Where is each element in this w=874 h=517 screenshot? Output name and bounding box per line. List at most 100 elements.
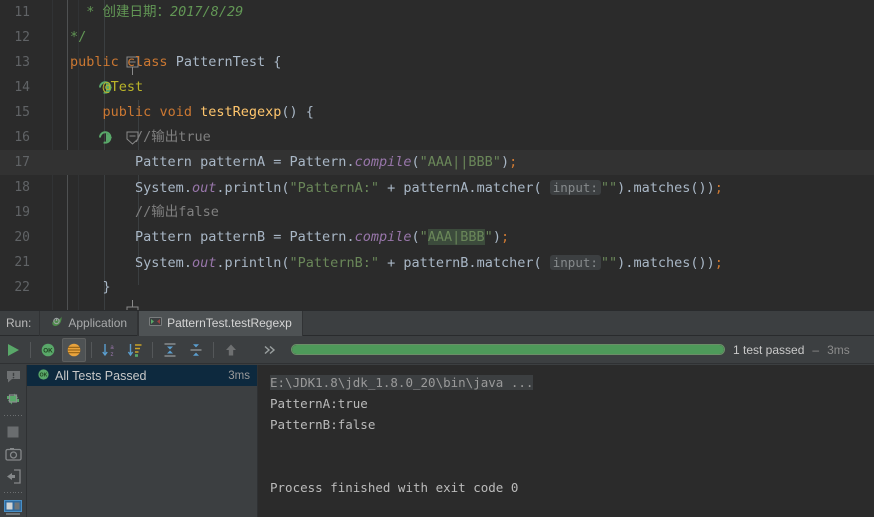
tab-application[interactable]: Application (39, 310, 139, 336)
line-number: 18 (14, 180, 30, 195)
test-progress-bar (291, 344, 725, 355)
method-matcher: matcher (476, 255, 534, 271)
console-line: PatternA:true (270, 396, 368, 411)
method-matcher: matcher (476, 180, 534, 196)
run-side-toolbar (0, 365, 27, 517)
code-line[interactable]: 16 //输出true (0, 125, 874, 150)
ok-badge-icon: OK (37, 368, 50, 384)
show-passed-button[interactable]: OK (36, 338, 60, 362)
sort-duration-icon (127, 343, 142, 357)
test-run-icon (149, 315, 163, 331)
previous-failed-button[interactable] (219, 338, 243, 362)
code-line[interactable]: 20 Pattern patternB = Pattern.compile("A… (0, 225, 874, 250)
collapse-all-button[interactable] (184, 338, 208, 362)
doc-date: 2017/8/29 (170, 4, 244, 20)
rerun-tests-icon[interactable] (3, 390, 24, 408)
sort-by-duration-button[interactable] (123, 338, 147, 362)
toolbar-separator (152, 341, 153, 358)
test-results-tree[interactable]: OK All Tests Passed 3ms (27, 365, 258, 517)
test-tree-duration: 3ms (228, 369, 250, 382)
test-progress-fill (292, 345, 724, 354)
line-content: Pattern patternA = Pattern.compile("AAA|… (135, 154, 518, 170)
toolbar-separator (30, 341, 31, 358)
console-line: E:\JDK1.8\jdk_1.8.0_20\bin\java ... (270, 372, 874, 393)
run-toolbar: OK az 1 test passed – 3ms (0, 336, 874, 364)
svg-text:a: a (110, 345, 114, 351)
test-progress-area: 1 test passed – 3ms (291, 343, 874, 357)
parameter-hint: input: (549, 255, 601, 270)
stop-icon[interactable] (3, 423, 24, 440)
screenshot-icon[interactable] (3, 445, 24, 462)
code-editor[interactable]: 11 * 创建日期：2017/8/29 12 */ 13 public clas… (0, 0, 874, 310)
line-number: 20 (14, 230, 30, 245)
run-tabbar: Run: Application PatternTest.testRegexp (0, 310, 874, 336)
code-line[interactable]: 14 @Test (0, 75, 874, 100)
kw-public: public (102, 104, 152, 120)
more-options-button[interactable] (258, 338, 282, 362)
var-patternb: patternB (200, 229, 266, 245)
code-line[interactable]: 21 System.out.println("PatternB:" + patt… (0, 250, 874, 275)
ide-window: 11 * 创建日期：2017/8/29 12 */ 13 public clas… (0, 0, 874, 517)
run-class-gutter-icon[interactable] (30, 50, 113, 94)
green-play-icon (8, 343, 19, 356)
expand-all-icon (164, 342, 176, 357)
tab-label: Application (68, 316, 128, 330)
line-content: public class PatternTest { (70, 54, 282, 70)
var-patterna: patternA (403, 180, 469, 196)
kw-class: class (126, 54, 168, 70)
type-pattern: Pattern (135, 229, 192, 245)
kw-public: public (70, 54, 119, 70)
type-pattern: Pattern (289, 229, 347, 245)
line-number: 11 (14, 5, 30, 20)
method-compile: compile (354, 154, 412, 170)
console-output[interactable]: E:\JDK1.8\jdk_1.8.0_20\bin\java ... Patt… (258, 365, 874, 517)
test-tree-row-all-tests-passed[interactable]: OK All Tests Passed 3ms (27, 365, 257, 386)
toolbar-separator (213, 341, 214, 358)
test-duration-sep: – (812, 342, 820, 357)
tab-patterntest-testregexp[interactable]: PatternTest.testRegexp (138, 310, 303, 336)
method-println: println (224, 255, 282, 271)
line-number: 21 (14, 255, 30, 270)
line-content: Pattern patternB = Pattern.compile("AAA|… (135, 229, 510, 245)
alert-balloon-icon[interactable] (3, 368, 24, 385)
run-panel-body: OK All Tests Passed 3ms E:\JDK1.8\jdk_1.… (0, 365, 874, 517)
run-tool-window: Run: Application PatternTest.testRegexp (0, 310, 874, 517)
ok-badge-icon: OK (41, 343, 55, 356)
code-line[interactable]: 11 * 创建日期：2017/8/29 (0, 0, 874, 25)
regex-literal-b-highlighted: AAA|BBB (427, 229, 485, 245)
export-icon[interactable] (3, 468, 24, 485)
code-line[interactable]: 15 public void testRegexp() { (0, 100, 874, 145)
rail-separator (4, 413, 23, 418)
line-number: 13 (14, 55, 30, 70)
up-arrow-icon (226, 344, 236, 355)
sort-az-icon: az (102, 343, 114, 358)
run-window-label: Run: (6, 316, 32, 330)
sort-alphabetically-button[interactable]: az (97, 338, 121, 362)
field-out: out (191, 180, 217, 196)
code-line[interactable]: 22 } (0, 275, 874, 310)
code-line[interactable]: 18 System.out.println("PatternA:" + patt… (0, 175, 874, 200)
doc-label: 创建日期： (102, 4, 171, 20)
test-status-text: 1 test passed (733, 342, 805, 357)
code-line[interactable]: 13 public class PatternTest { (0, 50, 874, 94)
code-line-current[interactable]: 17 Pattern patternA = Pattern.compile("A… (0, 150, 874, 175)
svg-text:z: z (111, 352, 114, 358)
test-tree-label: All Tests Passed (55, 368, 147, 383)
orange-filter-icon (67, 343, 81, 356)
line-content: //输出false (70, 200, 219, 225)
expand-all-button[interactable] (158, 338, 182, 362)
line-content: * 创建日期：2017/8/29 (70, 0, 243, 25)
line-number: 15 (14, 105, 30, 120)
code-line[interactable]: 12 */ (0, 25, 874, 75)
code-line[interactable]: 19 //输出false (0, 200, 874, 225)
method-println: println (224, 180, 282, 196)
rerun-button[interactable] (1, 338, 25, 362)
class-system: System (135, 255, 184, 271)
line-content: System.out.println("PatternB:" + pattern… (135, 255, 723, 271)
toolbar-separator (91, 341, 92, 358)
class-system: System (135, 180, 184, 196)
console-layout-icon[interactable] (3, 500, 24, 517)
run-method-gutter-icon[interactable] (30, 100, 113, 144)
show-ignored-button[interactable] (62, 337, 86, 362)
